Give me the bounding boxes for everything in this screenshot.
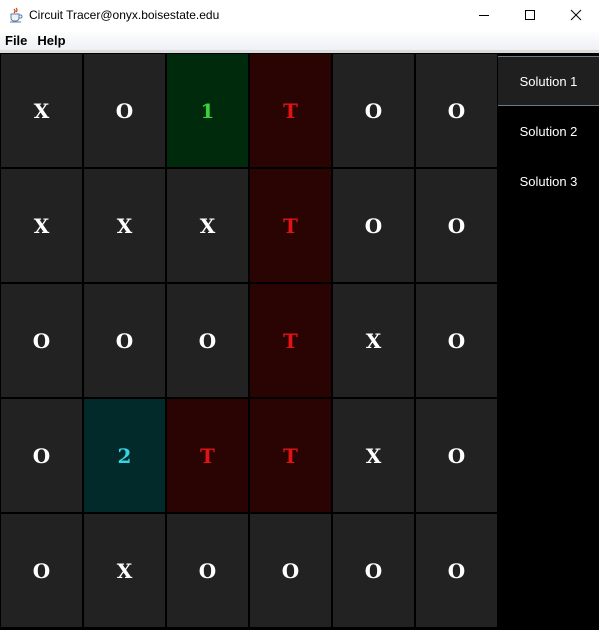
- title-bar[interactable]: Circuit Tracer@onyx.boisestate.edu: [0, 0, 599, 30]
- minimize-icon: [479, 15, 489, 16]
- menu-bar: File Help: [0, 30, 599, 50]
- window-title: Circuit Tracer@onyx.boisestate.edu: [29, 8, 220, 22]
- board-cell: X: [84, 169, 165, 282]
- menu-file[interactable]: File: [0, 33, 32, 48]
- board-cell: O: [416, 284, 497, 397]
- board-cell: O: [333, 514, 414, 627]
- board-cell: O: [333, 54, 414, 167]
- board-cell: 1: [167, 54, 248, 167]
- menu-help[interactable]: Help: [32, 33, 70, 48]
- board-cell: O: [1, 514, 82, 627]
- board-cell: X: [1, 169, 82, 282]
- board-cell: T: [250, 399, 331, 512]
- board-cell: T: [250, 169, 331, 282]
- solution-button-2[interactable]: Solution 2: [498, 106, 599, 156]
- maximize-icon: [525, 10, 535, 20]
- board-cell: O: [1, 284, 82, 397]
- board-cell: O: [333, 169, 414, 282]
- close-button[interactable]: [553, 0, 599, 30]
- solution-button-3[interactable]: Solution 3: [498, 156, 599, 206]
- board-cell: O: [167, 284, 248, 397]
- minimize-button[interactable]: [461, 0, 507, 30]
- board-cell: 2: [84, 399, 165, 512]
- board-cell: O: [167, 514, 248, 627]
- java-coffee-icon: [8, 7, 24, 23]
- close-icon: [570, 9, 582, 21]
- board-cell: O: [416, 169, 497, 282]
- board-cell: O: [84, 284, 165, 397]
- board-cell: O: [84, 54, 165, 167]
- board-cell: O: [1, 399, 82, 512]
- board-cell: T: [250, 284, 331, 397]
- solution-button-1[interactable]: Solution 1: [498, 56, 599, 106]
- board-cell: X: [84, 514, 165, 627]
- board-cell: T: [167, 399, 248, 512]
- solutions-sidebar: Solution 1 Solution 2 Solution 3: [498, 53, 599, 630]
- board-cell: O: [416, 54, 497, 167]
- board-cell: O: [416, 514, 497, 627]
- board-cell: X: [167, 169, 248, 282]
- maximize-button[interactable]: [507, 0, 553, 30]
- board-cell: O: [250, 514, 331, 627]
- window-controls: [461, 0, 599, 30]
- board-cell: O: [416, 399, 497, 512]
- board-cell: X: [333, 284, 414, 397]
- circuit-board-grid: XO1TOOXXXTOOOOOTXOO2TTXOOXOOOO: [0, 53, 498, 630]
- board-cell: T: [250, 54, 331, 167]
- app-window: Circuit Tracer@onyx.boisestate.edu File: [0, 0, 599, 630]
- board-cell: X: [333, 399, 414, 512]
- board-cell: X: [1, 54, 82, 167]
